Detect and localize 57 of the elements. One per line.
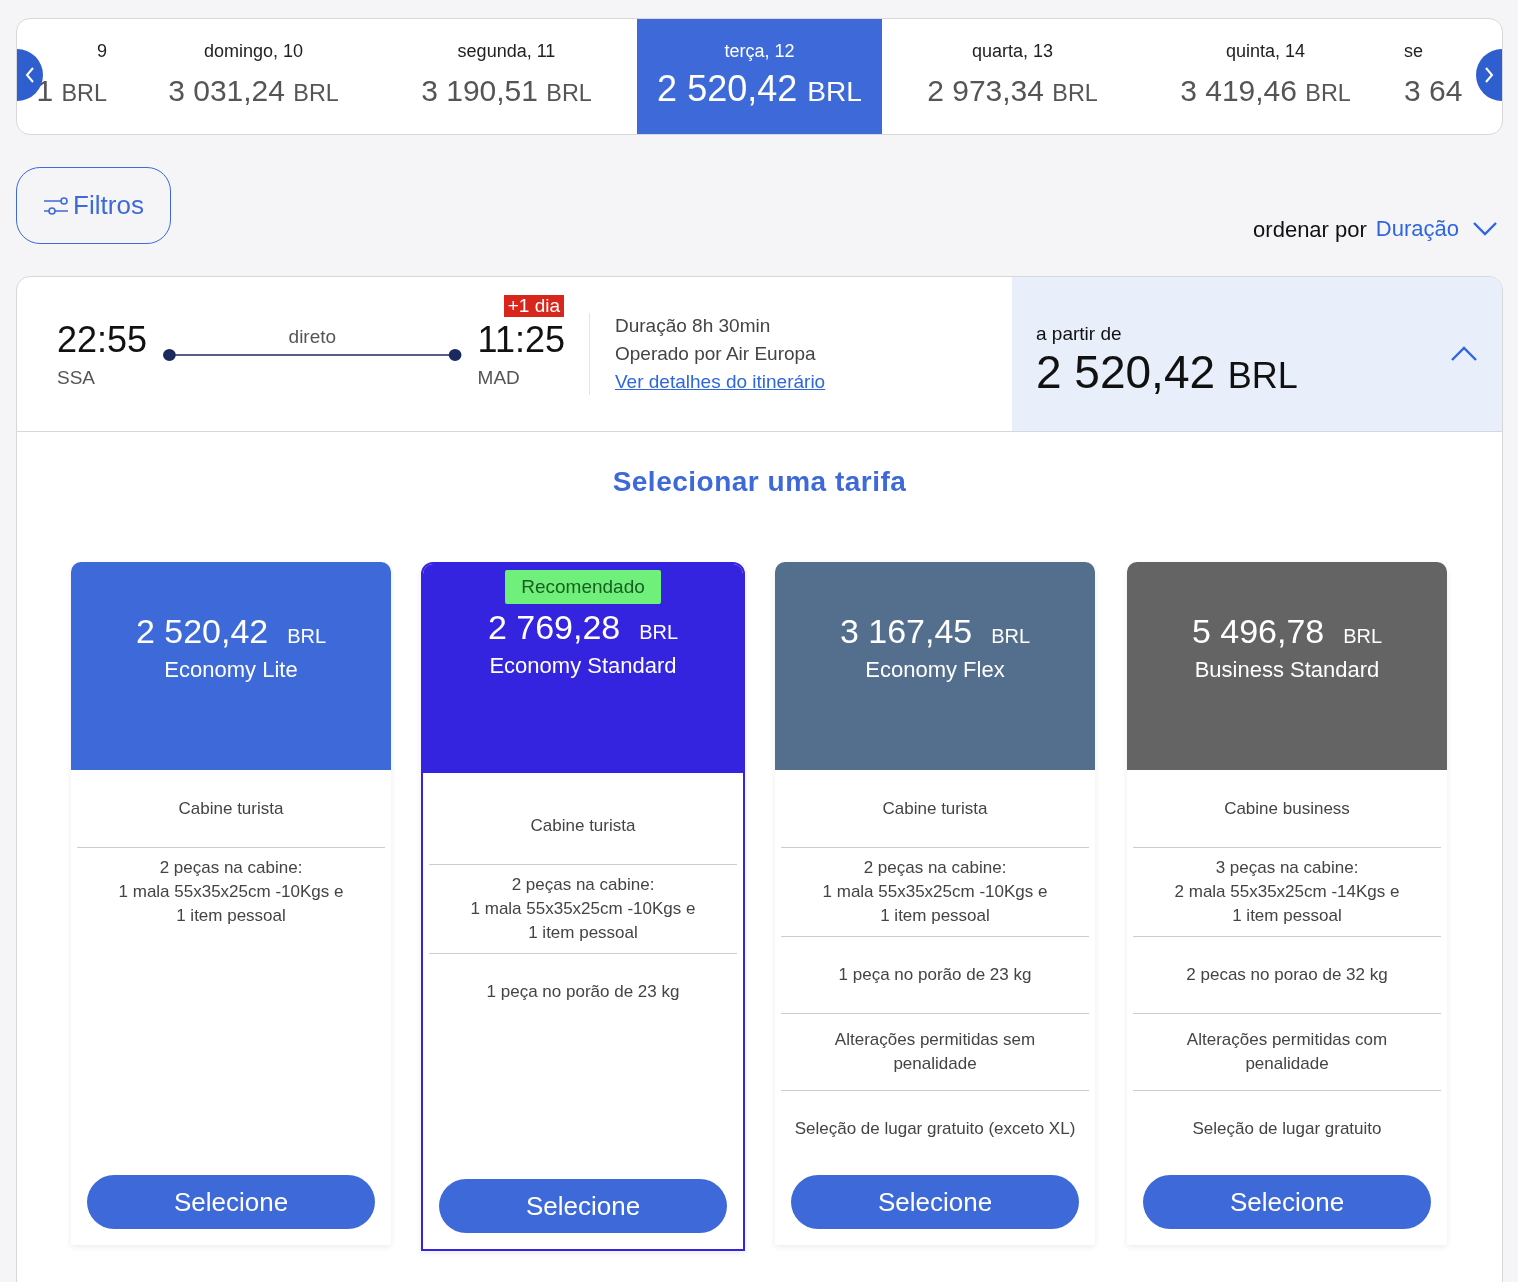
recommended-badge: Recomendado — [505, 570, 661, 604]
select-button[interactable]: Selecione — [791, 1175, 1079, 1229]
fare-price: 2 520,42 BRL — [135, 612, 327, 651]
day-offset-badge: +1 dia — [503, 295, 564, 317]
fare-feature: 2 peças na cabine: 1 mala 55x35x25cm -10Kgs e 1 item pessoal — [77, 847, 385, 936]
select-button[interactable]: Selecione — [87, 1175, 375, 1229]
arrival-time: 11:25 — [477, 319, 565, 361]
section-title: Selecionar uma tarifa — [611, 466, 908, 498]
fare-name: Economy Flex — [865, 657, 1005, 683]
fare-price: 3 167,45 BRL — [839, 612, 1031, 651]
fare-price: 2 769,28 BRL — [487, 608, 679, 647]
price-label: a partir de — [1036, 323, 1123, 345]
date-tab[interactable]: quarta, 13 2 973,34 BRL — [890, 19, 1135, 134]
departure-airport: SSA — [57, 367, 97, 389]
sliders-icon — [43, 195, 70, 216]
price-panel[interactable]: a partir de 2 520,42 BRL — [1012, 277, 1502, 431]
chevron-up-icon[interactable] — [1450, 346, 1478, 362]
date-tab[interactable]: segunda, 11 3 190,51 BRL — [384, 19, 629, 134]
date-tab[interactable]: terça, 12 2 520,42 BRL — [637, 19, 882, 134]
fare-feature: Cabine turista — [881, 797, 989, 820]
fare-feature: 2 peças na cabine: 1 mala 55x35x25cm -10Kgs e 1 item pessoal — [429, 864, 737, 953]
fare-price: 5 496,78 BRL — [1191, 612, 1383, 651]
chevron-down-icon — [1473, 222, 1497, 236]
filters-button[interactable]: Filtros — [16, 167, 171, 244]
date-tab[interactable]: quinta, 14 3 419,46 BRL — [1143, 19, 1388, 134]
fare-feature: 1 peça no porão de 23 kg — [781, 936, 1089, 1013]
fare-feature: Cabine turista — [177, 797, 285, 820]
chevron-right-icon — [1484, 66, 1494, 84]
date-tab[interactable]: 9 1 BRL — [17, 19, 127, 134]
fare-feature: 2 peças na cabine: 1 mala 55x35x25cm -10Kgs e 1 item pessoal — [781, 847, 1089, 936]
fare-feature: Seleção de lugar gratuito (exceto XL) — [781, 1090, 1089, 1167]
fare-feature: Alterações permitidas com penalidade — [1133, 1013, 1441, 1090]
operator-text: Operado por Air Europa — [615, 343, 817, 365]
itinerary-details-link[interactable]: Ver detalhes do itinerário — [615, 371, 1012, 393]
select-button[interactable]: Selecione — [439, 1179, 727, 1233]
sort-label: ordenar por — [1253, 217, 1367, 243]
chevron-left-icon — [25, 66, 35, 84]
departure-time: 22:55 — [57, 319, 148, 361]
fare-name: Economy Lite — [164, 657, 298, 683]
fare-feature: Alterações permitidas sem penalidade — [781, 1013, 1089, 1090]
flight-price: 2 520,42 BRL — [1036, 345, 1298, 399]
duration-text: Duração 8h 30min — [615, 315, 772, 337]
next-button[interactable] — [1476, 49, 1502, 101]
date-tab[interactable]: se 3 64 — [1392, 19, 1502, 134]
fare-feature: 2 pecas no porao de 32 kg — [1133, 936, 1441, 1013]
fare-feature: 1 peça no porão de 23 kg — [429, 953, 737, 1030]
fare-feature: Cabine turista — [529, 814, 637, 837]
fare-feature: 3 peças na cabine: 2 mala 55x35x25cm -14Kgs e 1 item pessoal — [1133, 847, 1441, 936]
select-button[interactable]: Selecione — [1143, 1175, 1431, 1229]
stops-label: direto — [288, 326, 337, 348]
arrival-airport: MAD — [477, 367, 521, 389]
fare-name: Business Standard — [1194, 657, 1380, 683]
sort-dropdown[interactable]: Duração — [1375, 216, 1503, 242]
date-tab[interactable]: domingo, 10 3 031,24 BRL — [131, 19, 376, 134]
fare-name: Economy Standard — [489, 653, 677, 679]
fare-feature: Cabine business — [1223, 797, 1351, 820]
fare-feature: Seleção de lugar gratuito — [1133, 1090, 1441, 1167]
